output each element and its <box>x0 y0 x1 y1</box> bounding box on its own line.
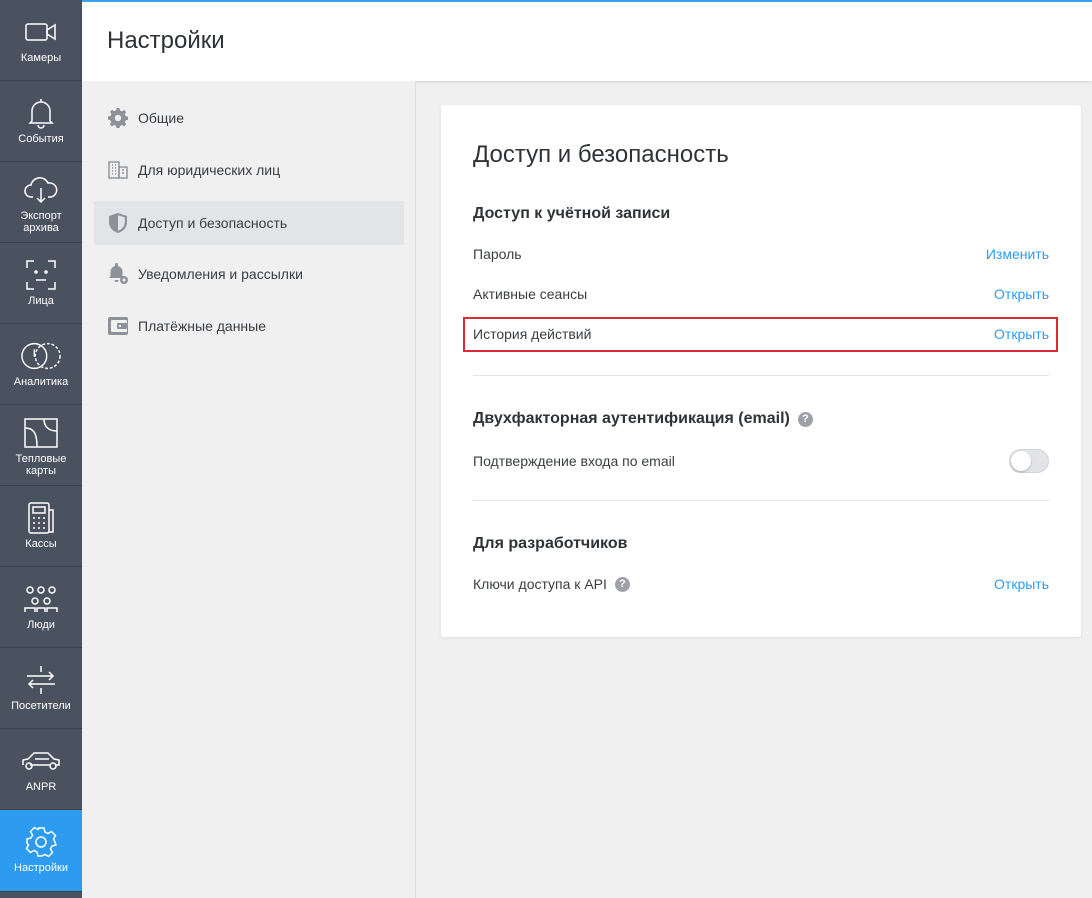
toggle-knob <box>1011 451 1031 471</box>
rail-item-visitors[interactable]: Посетители <box>0 648 82 729</box>
camera-icon <box>21 14 61 50</box>
rail-item-cash-registers[interactable]: Кассы <box>0 486 82 567</box>
rail-item-heatmaps[interactable]: Тепловые карты <box>0 405 82 486</box>
wallet-icon <box>107 315 129 337</box>
rail-item-label: Тепловые карты <box>15 453 67 477</box>
open-sessions-link[interactable]: Открыть <box>994 286 1049 302</box>
rail-item-label: Экспорт архива <box>20 210 62 234</box>
action-history-label: История действий <box>473 326 592 342</box>
password-label: Пароль <box>473 246 522 262</box>
rail-item-label: Лица <box>28 295 54 307</box>
account-access-title: Доступ к учётной записи <box>473 205 671 222</box>
rail-item-settings[interactable]: Настройки <box>0 810 82 892</box>
api-keys-label: Ключи доступа к API <box>473 576 607 592</box>
change-password-link[interactable]: Изменить <box>986 246 1049 262</box>
settings-nav-item-payment[interactable]: Платёжные данные <box>94 304 404 348</box>
analytics-icon <box>21 338 61 374</box>
active-sessions-label: Активные сеансы <box>473 286 588 302</box>
rail-item-label: Люди <box>27 619 55 631</box>
cash-register-icon <box>21 500 61 536</box>
car-icon <box>21 743 61 779</box>
help-icon[interactable]: ? <box>614 576 630 592</box>
rail-item-archive-export[interactable]: Экспорт архива <box>0 162 82 243</box>
settings-nav-label: Для юридических лиц <box>138 162 281 178</box>
shield-icon <box>107 212 129 234</box>
settings-nav-label: Общие <box>138 110 185 126</box>
settings-nav-label: Уведомления и рассылки <box>138 266 303 282</box>
gear-icon <box>107 107 129 129</box>
two-factor-section: Двухфакторная аутентификация (email) ? <box>473 410 813 428</box>
settings-nav: Общие Для юридических лиц Доступ и безоп… <box>82 81 416 898</box>
building-icon <box>107 159 129 181</box>
rail-item-label: Аналитика <box>13 376 69 388</box>
open-history-link[interactable]: Открыть <box>994 326 1049 342</box>
page-title: Настройки <box>107 27 225 54</box>
rail-item-events[interactable]: События <box>0 81 82 162</box>
bell-icon <box>21 95 61 131</box>
people-icon <box>21 581 61 617</box>
api-keys-label-wrap: Ключи доступа к API ? <box>473 576 630 592</box>
gear-icon <box>21 824 61 860</box>
settings-nav-label: Доступ и безопасность <box>138 215 288 231</box>
rail-item-faces[interactable]: Лица <box>0 243 82 324</box>
password-row: Пароль Изменить <box>473 244 1049 264</box>
left-rail: Камеры События Экспорт архива Лица Анали… <box>0 0 82 898</box>
active-sessions-row: Активные сеансы Открыть <box>473 284 1049 304</box>
divider <box>473 375 1049 376</box>
open-api-keys-link[interactable]: Открыть <box>994 576 1049 592</box>
rail-item-label: Настройки <box>14 862 68 874</box>
email-confirm-row: Подтверждение входа по email <box>473 449 1049 473</box>
rail-item-label: Кассы <box>25 538 57 550</box>
rail-item-analytics[interactable]: Аналитика <box>0 324 82 405</box>
action-history-row: История действий Открыть <box>473 324 1049 344</box>
rail-item-label: События <box>18 133 64 145</box>
rail-item-label: ANPR <box>25 781 57 793</box>
email-confirm-toggle[interactable] <box>1009 449 1049 473</box>
rail-item-people[interactable]: Люди <box>0 567 82 648</box>
rail-item-anpr[interactable]: ANPR <box>0 729 82 810</box>
settings-nav-item-legal-entities[interactable]: Для юридических лиц <box>94 148 404 192</box>
help-icon[interactable]: ? <box>797 411 813 427</box>
heatmap-icon <box>21 415 61 451</box>
access-security-card: Доступ и безопасность Доступ к учётной з… <box>441 105 1081 637</box>
bell-settings-icon <box>107 263 129 285</box>
two-factor-title: Двухфакторная аутентификация (email) <box>473 410 790 427</box>
divider <box>473 500 1049 501</box>
rail-item-label: Посетители <box>11 700 71 712</box>
settings-nav-item-notifications[interactable]: Уведомления и рассылки <box>94 252 404 296</box>
settings-nav-item-access-security[interactable]: Доступ и безопасность <box>94 201 404 245</box>
rail-item-label: Камеры <box>20 52 62 64</box>
email-confirm-label: Подтверждение входа по email <box>473 453 675 469</box>
cloud-download-icon <box>21 172 61 208</box>
card-title: Доступ и безопасность <box>473 141 729 168</box>
developers-title: Для разработчиков <box>473 535 628 552</box>
visitors-arrows-icon <box>21 662 61 698</box>
api-keys-row: Ключи доступа к API ? Открыть <box>473 574 1049 594</box>
rail-item-cameras[interactable]: Камеры <box>0 0 82 81</box>
face-frame-icon <box>21 257 61 293</box>
settings-nav-item-general[interactable]: Общие <box>94 96 404 140</box>
page-header: Настройки <box>82 0 1092 81</box>
settings-nav-label: Платёжные данные <box>138 318 267 334</box>
